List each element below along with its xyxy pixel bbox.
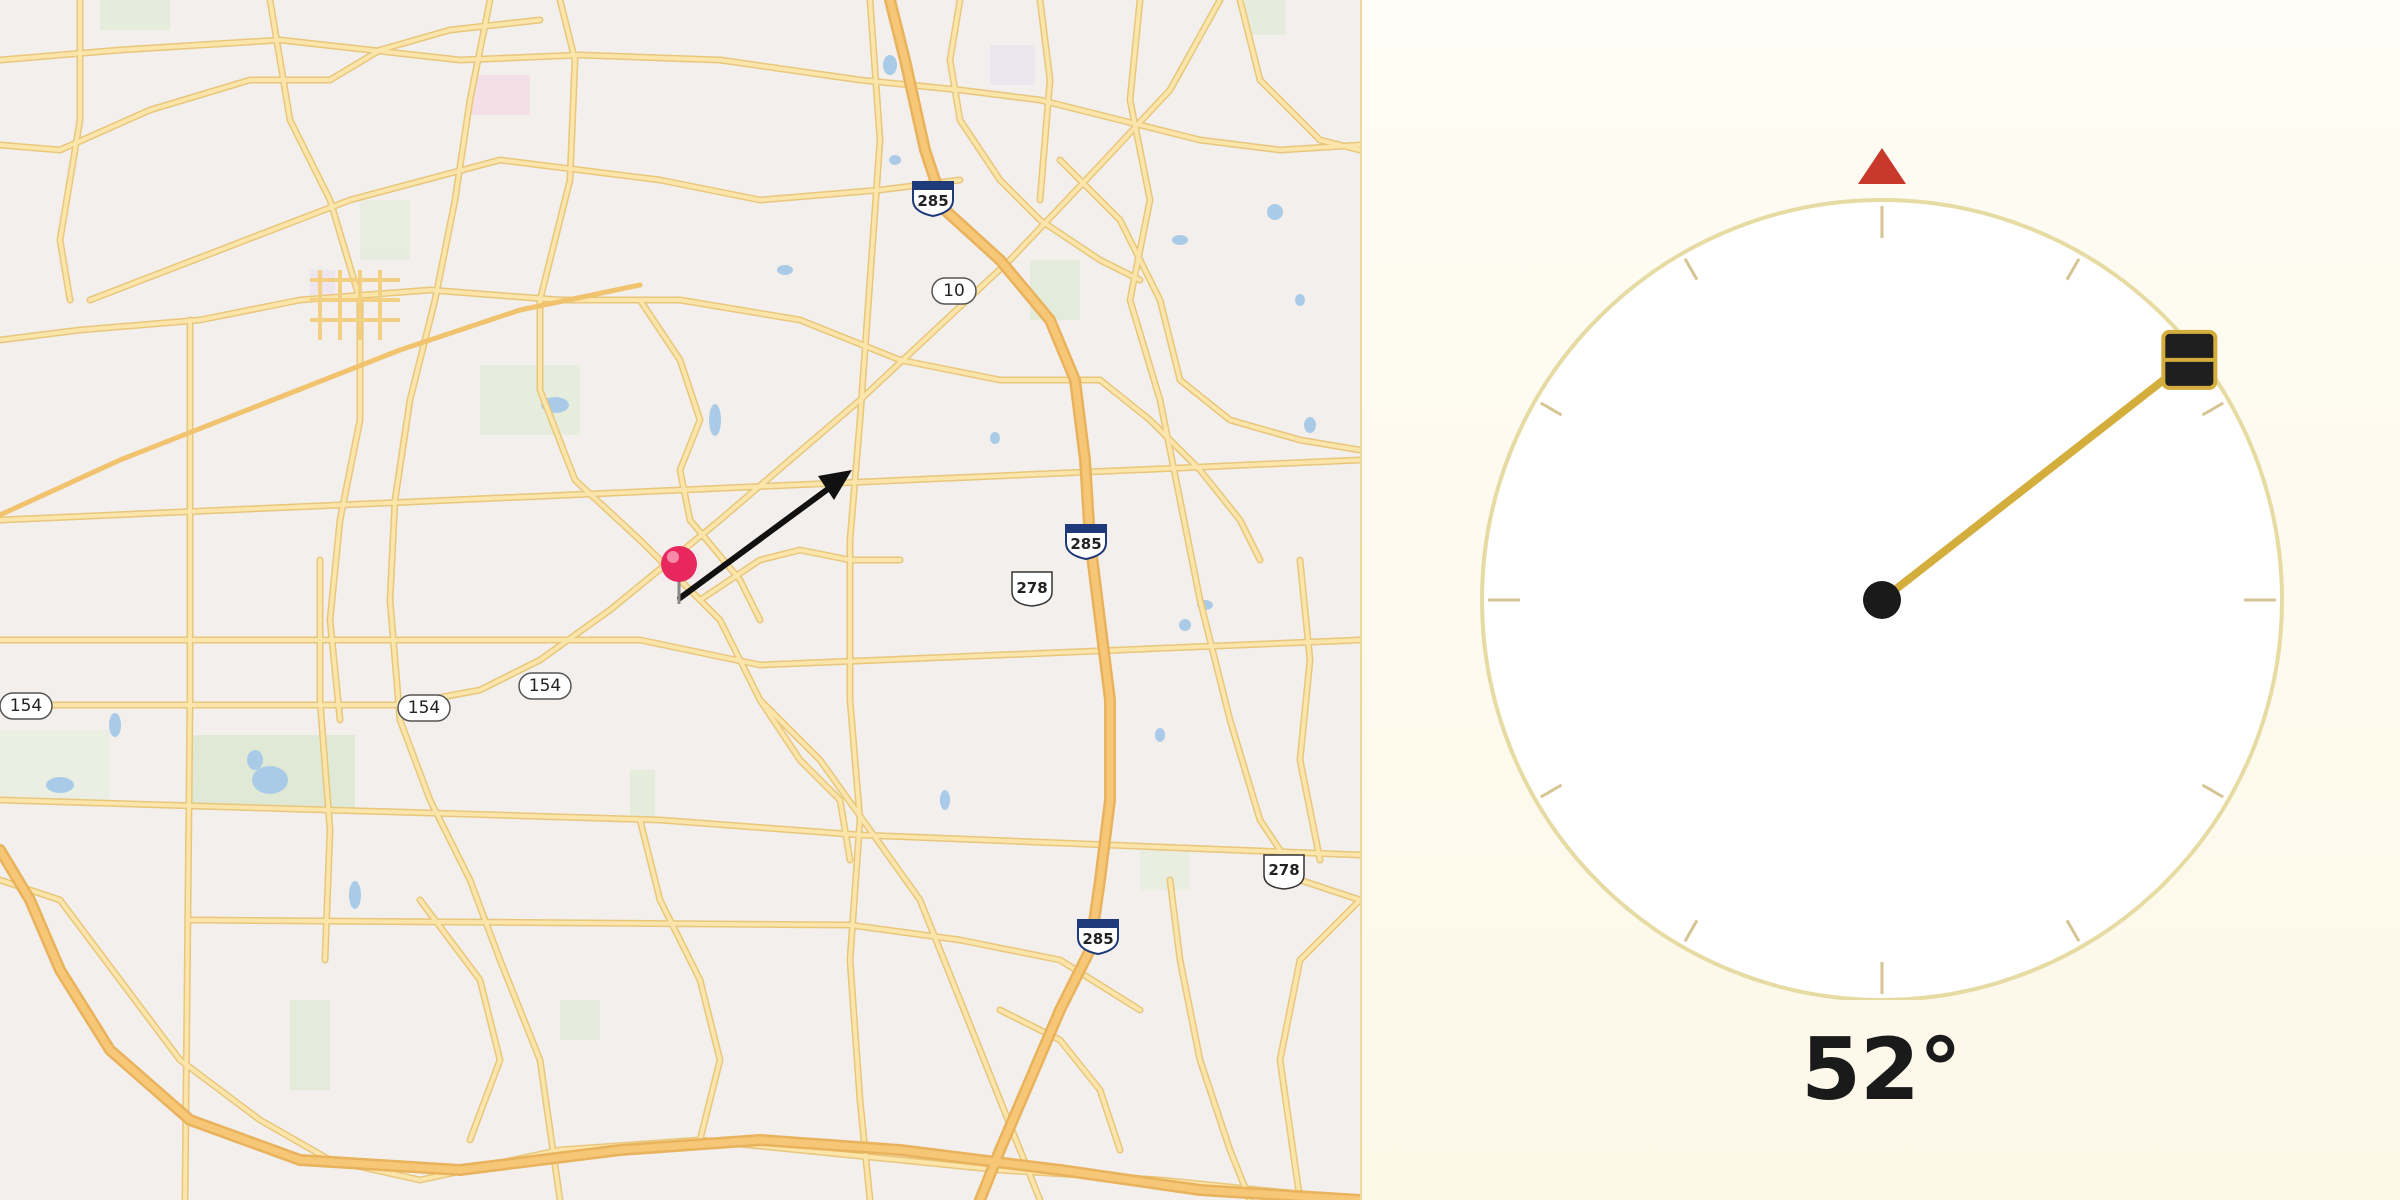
svg-text:10: 10 [943,281,965,301]
route-shield-us-278-a: 278 [1011,571,1053,607]
route-shield-state-10: 10 [931,277,977,305]
route-shield-state-154-a: 154 [0,692,53,720]
svg-text:285: 285 [1070,535,1101,553]
svg-text:285: 285 [917,192,948,210]
needle-handle-icon[interactable] [2161,329,2218,390]
route-shield-state-154-c: 154 [518,672,572,700]
compass-dial [1480,148,2284,1000]
route-shield-us-278-b: 278 [1263,854,1305,890]
downtown-grid [310,270,400,340]
svg-text:154: 154 [529,676,561,696]
north-triangle-icon [1858,148,1906,184]
svg-text:285: 285 [1082,930,1113,948]
route-shield-interstate-285-c: 285 [1077,919,1119,956]
needle-pivot [1863,581,1901,619]
svg-text:278: 278 [1016,579,1047,597]
route-shield-interstate-285-b: 285 [1065,524,1107,561]
heading-readout: 52° [1801,1020,1962,1120]
compass-panel: 52° [1362,0,2400,1200]
map-canvas[interactable]: 154 154 154 10 278 278 285 285 285 [0,0,1360,1200]
svg-text:154: 154 [408,698,440,718]
svg-text:278: 278 [1268,861,1299,879]
route-shield-state-154-b: 154 [397,694,451,722]
route-shield-interstate-285-a: 285 [912,181,954,218]
svg-text:154: 154 [10,696,42,716]
map-view[interactable]: 154 154 154 10 278 278 285 285 285 [0,0,1360,1200]
